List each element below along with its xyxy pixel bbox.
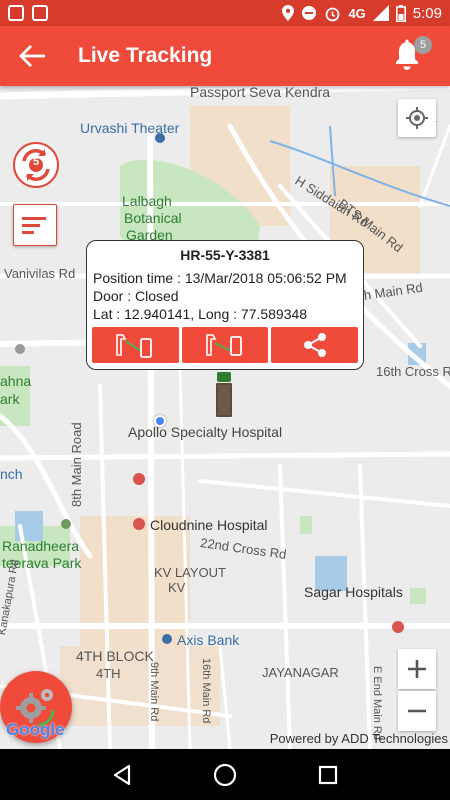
signal-icon (372, 5, 389, 21)
arrow-left-icon (19, 45, 45, 67)
route-phone-icon (116, 334, 153, 358)
clock: 5:09 (412, 4, 442, 22)
home-circle-icon (213, 763, 237, 786)
my-location-button[interactable] (398, 99, 436, 137)
info-actions (92, 327, 359, 363)
route-to-vehicle-button[interactable] (92, 327, 179, 363)
directions-button[interactable] (181, 327, 269, 363)
plus-icon (408, 660, 426, 678)
map-label: 4TH BLOCK (76, 648, 154, 664)
minus-icon (408, 709, 426, 713)
nav-recents-button[interactable] (308, 755, 348, 795)
google-logo: Google (6, 720, 65, 739)
menu-button[interactable] (13, 204, 57, 246)
vehicle-number: HR-55-Y-3381 (180, 247, 270, 263)
map-label: Lalbagh (122, 193, 172, 209)
map-label: ark (0, 391, 20, 407)
directions-phone-icon (206, 334, 242, 356)
back-triangle-icon (113, 764, 130, 785)
map-label: Cloudnine Hospital (150, 517, 268, 533)
vehicle-info-window: HR-55-Y-3381 Position time : 13/Mar/2018… (86, 240, 364, 370)
notification-count-badge: 5 (414, 36, 432, 54)
my-location-dot (154, 415, 166, 427)
menu-lines-icon (22, 217, 46, 234)
map-label: 4TH (96, 666, 121, 681)
zoom-out-button[interactable] (398, 691, 436, 731)
recents-square-icon (319, 765, 338, 784)
app-bar: Live Tracking 5 (0, 26, 450, 86)
map-label: KV (168, 580, 186, 595)
network-type: 4G (348, 5, 366, 21)
map-label: E End Main Rd (371, 666, 383, 740)
auto-refresh-button[interactable]: 5 (12, 141, 60, 189)
notifications-button[interactable]: 5 (392, 36, 432, 74)
lat-long: Lat : 12.940141, Long : 77.589348 (93, 306, 308, 322)
nav-back-button[interactable] (102, 755, 142, 795)
position-time: Position time : 13/Mar/2018 05:06:52 PM (93, 270, 347, 286)
map-label: JAYANAGAR (262, 665, 339, 680)
map-label: Apollo Specialty Hospital (128, 424, 283, 440)
map-label: Vanivilas Rd (4, 266, 76, 281)
map-label: 16th Cross Rd (376, 364, 450, 379)
news-notification-icon (32, 5, 48, 21)
app-notification-icon (8, 5, 24, 21)
map-label: KV LAYOUT (154, 565, 227, 580)
map-label: Sagar Hospitals (304, 584, 403, 600)
map-label: Urvashi Theater (80, 120, 180, 136)
battery-icon (395, 4, 406, 22)
map-label: Passport Seva Kendra (190, 86, 331, 100)
share-button[interactable] (271, 327, 359, 363)
nav-home-button[interactable] (205, 755, 245, 795)
map-label: 9th Main Rd (148, 662, 160, 722)
crosshair-icon (406, 107, 428, 129)
map-view[interactable]: Passport Seva Kendra Urvashi Theater Lal… (0, 86, 450, 749)
page-title: Live Tracking (78, 44, 213, 67)
system-nav-bar (0, 749, 450, 800)
map-label: Ranadheera (2, 538, 80, 554)
back-button[interactable] (0, 26, 64, 86)
location-icon (282, 5, 295, 21)
map-label: Botanical (124, 210, 182, 226)
zoom-in-button[interactable] (398, 649, 436, 689)
status-bar: 4G 5:09 (0, 0, 450, 26)
refresh-interval: 5 (32, 156, 40, 168)
alarm-icon (326, 7, 340, 21)
share-icon (303, 333, 326, 357)
map-label: 8th Main Road (69, 422, 84, 507)
door-status: Door : Closed (93, 288, 179, 304)
map-label: 16th Main Rd (200, 658, 212, 724)
map-label: nch (0, 466, 23, 482)
powered-by-text: Powered by ADD Technologies (269, 731, 448, 746)
do-not-disturb-icon (302, 6, 317, 20)
map-label: ahna (0, 373, 32, 389)
map-label: Axis Bank (177, 632, 240, 648)
truck-marker-icon[interactable] (215, 372, 233, 418)
